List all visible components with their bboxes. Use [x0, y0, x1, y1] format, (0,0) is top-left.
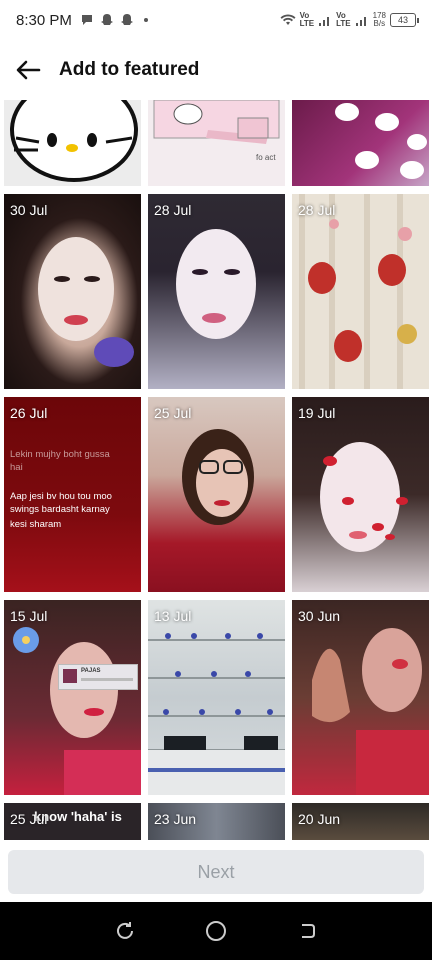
story-text-line: swings bardasht karnay — [10, 504, 110, 515]
selfie-photo — [320, 442, 408, 552]
story-tile[interactable]: 30 Jul — [4, 194, 141, 389]
story-caption: fo act — [256, 153, 276, 162]
story-date: 28 Jul — [298, 202, 336, 218]
lte-label: LTE — [299, 19, 315, 28]
battery-level: 43 — [397, 15, 408, 25]
story-image — [148, 397, 285, 592]
card-title: PAJAS — [81, 668, 101, 674]
story-image: Lekin mujhy boht gussa hai Aap jesi bv h… — [4, 397, 141, 592]
selfie-photo — [312, 628, 429, 795]
story-grid[interactable]: fo act 30 Jul 28 Jul 28 Jul Lekin mujhy … — [0, 100, 432, 840]
story-image: PAJAS — [4, 600, 141, 795]
hello-kitty-image — [10, 100, 138, 182]
story-tile[interactable]: PAJAS 15 Jul — [4, 600, 141, 795]
story-date: 25 Jul — [10, 811, 48, 827]
battery-icon: 43 — [390, 13, 419, 27]
selfie-photo — [182, 429, 254, 525]
system-nav-bar — [0, 902, 432, 960]
store-shelf-image — [148, 633, 285, 795]
status-bar: 8:30 PM Vo LTE Vo LTE 178 B/s 43 — [0, 0, 432, 40]
story-image — [148, 600, 285, 795]
signal-icon — [319, 17, 330, 26]
story-text-line: hai — [10, 462, 23, 473]
selfie-photo — [13, 627, 141, 795]
story-date: 28 Jul — [154, 202, 192, 218]
story-date: 19 Jul — [298, 405, 336, 421]
signal-icon — [355, 17, 366, 26]
story-tile[interactable]: fo act — [148, 100, 285, 186]
story-tile[interactable]: 25 Jul — [148, 397, 285, 592]
card-thumbnail — [63, 669, 77, 683]
system-back-button[interactable] — [295, 919, 319, 943]
story-text-line: Aap jesi bv hou tou moo — [10, 491, 112, 502]
lte-label: LTE — [336, 19, 351, 28]
story-tile[interactable]: 20 Jun — [292, 803, 429, 840]
back-icon — [301, 924, 315, 938]
story-date: 15 Jul — [10, 608, 48, 624]
story-date: 30 Jul — [10, 202, 48, 218]
bottom-action-bar: Next — [0, 840, 432, 902]
snapchat-ghost-icon — [100, 14, 113, 25]
story-image: fo act — [148, 100, 285, 186]
story-date: 25 Jul — [154, 405, 192, 421]
story-tile[interactable]: 28 Jul — [292, 194, 429, 389]
selfie-photo — [176, 229, 256, 339]
laptop-kitty-image — [153, 100, 280, 144]
story-image — [292, 600, 429, 795]
story-date: 30 Jun — [298, 608, 341, 624]
story-image — [292, 100, 429, 186]
story-date: 26 Jul — [10, 405, 48, 421]
story-tile[interactable] — [292, 100, 429, 186]
page-title: Add to featured — [59, 59, 200, 80]
story-tile[interactable]: 13 Jul — [148, 600, 285, 795]
story-tile[interactable]: 19 Jul — [292, 397, 429, 592]
network-type-1: Vo LTE — [300, 12, 315, 28]
back-button[interactable] — [0, 40, 56, 100]
network-type-2: Vo LTE — [336, 12, 351, 28]
kitty-pattern-image — [335, 103, 427, 179]
recent-apps-button[interactable] — [113, 919, 137, 943]
story-text-line: kesi sharam — [10, 519, 62, 530]
story-date: 20 Jun — [298, 811, 341, 827]
card-subtitle — [81, 678, 133, 681]
wifi-icon — [280, 14, 296, 25]
home-button[interactable] — [204, 919, 228, 943]
home-icon — [205, 921, 226, 941]
snapchat-ghost-icon — [120, 14, 133, 25]
story-tile[interactable]: 28 Jul — [148, 194, 285, 389]
network-speed: 178 B/s — [373, 12, 386, 28]
story-image — [148, 194, 285, 389]
story-text-line: Lekin mujhy boht gussa — [10, 449, 110, 460]
story-image — [292, 194, 429, 389]
story-image — [292, 397, 429, 592]
story-image — [4, 194, 141, 389]
story-tile[interactable]: Lekin mujhy boht gussa hai Aap jesi bv h… — [4, 397, 141, 592]
story-tile[interactable] — [4, 100, 141, 186]
story-tile[interactable]: know 'haha' is 25 Jul — [4, 803, 141, 840]
story-date: 13 Jul — [154, 608, 192, 624]
recent-apps-icon — [117, 922, 134, 939]
selfie-photo — [38, 237, 134, 367]
app-bar: Add to featured — [0, 40, 432, 100]
next-button[interactable]: Next — [8, 850, 424, 894]
story-tile[interactable]: 23 Jun — [148, 803, 285, 840]
speed-unit: B/s — [373, 19, 386, 28]
story-date: 23 Jun — [154, 811, 197, 827]
status-time: 8:30 PM — [16, 11, 72, 29]
story-tile[interactable]: 30 Jun — [292, 600, 429, 795]
story-image — [4, 100, 141, 186]
notification-dot-icon — [143, 18, 148, 22]
chat-bubble-icon — [81, 15, 92, 25]
arrow-left-icon — [16, 60, 41, 80]
strawberry-curtain-image — [299, 194, 417, 389]
embedded-card: PAJAS — [58, 664, 138, 690]
